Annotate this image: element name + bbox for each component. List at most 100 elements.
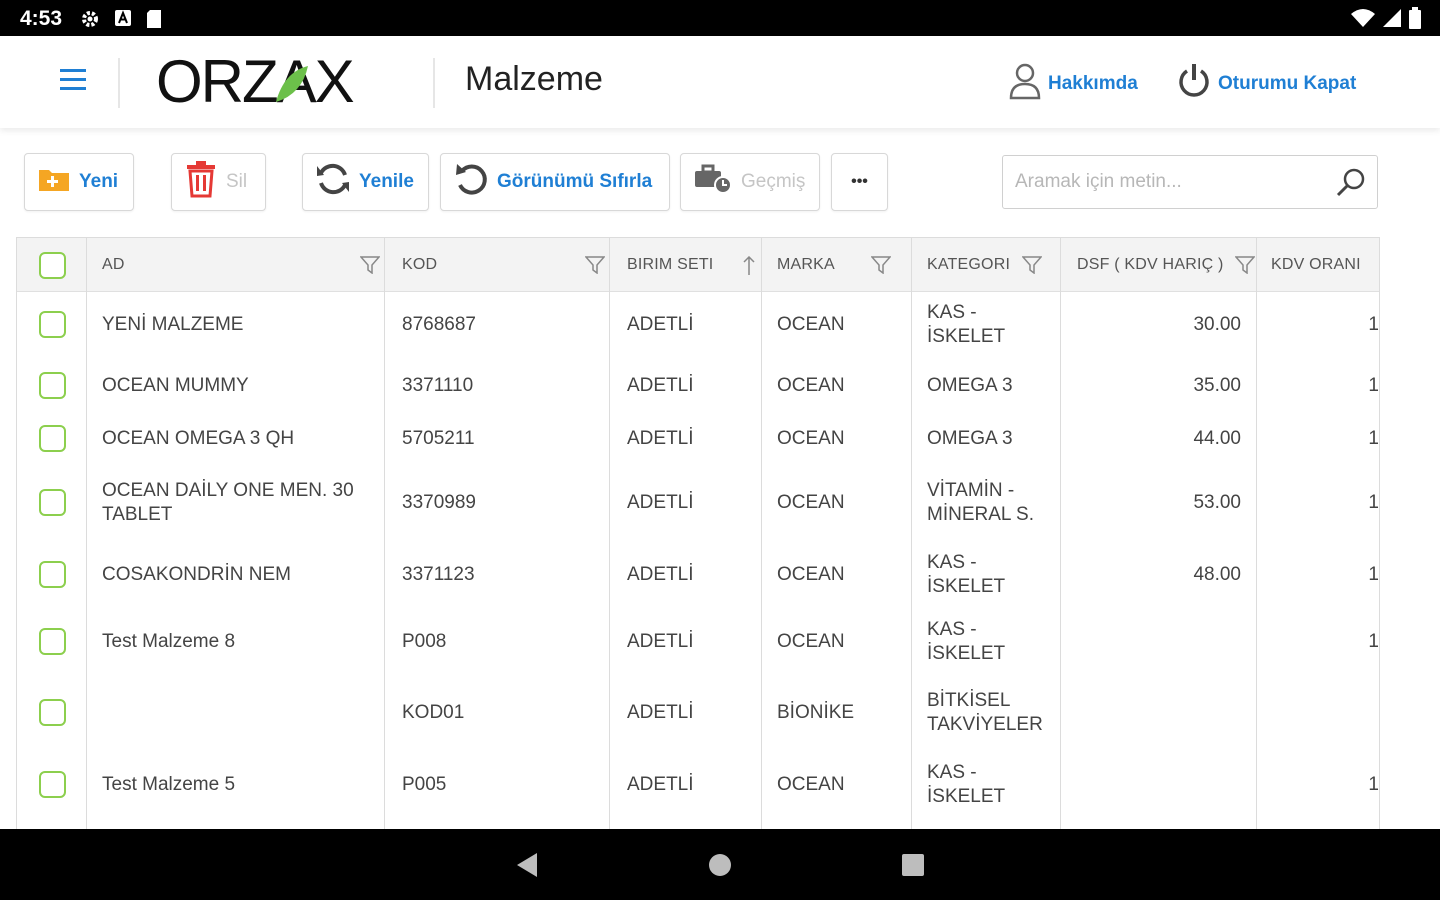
cell-ad: COSAKONDRİN NEM (102, 564, 291, 585)
new-button[interactable]: Yeni (24, 153, 134, 211)
cell-kdv (1271, 676, 1379, 750)
cell-marka: OCEAN (777, 374, 845, 396)
filter-icon[interactable] (584, 256, 606, 279)
cell-birim: ADETLİ (627, 427, 694, 449)
cell-kategori: KAS - İSKELET (927, 552, 1006, 597)
user-icon (1008, 62, 1042, 106)
refresh-label: Yenile (359, 171, 414, 192)
power-icon (1176, 62, 1212, 106)
cell-ad (102, 676, 377, 750)
column-header-kod[interactable]: KOD (402, 238, 607, 292)
more-label: ••• (851, 173, 868, 190)
filter-icon[interactable] (1021, 256, 1043, 279)
column-header-ad[interactable]: AD (102, 238, 382, 292)
more-button[interactable]: ••• (831, 153, 888, 211)
data-grid: AD KOD BIRIM SETI MARKA KATEGORI DSF ( K… (16, 237, 1380, 829)
row-checkbox[interactable] (39, 489, 66, 516)
wifi-icon (1350, 8, 1376, 33)
cell-birim: ADETLİ (627, 374, 694, 396)
logout-link[interactable]: Oturumu Kapat (1176, 62, 1356, 106)
nav-home-icon[interactable] (707, 851, 733, 884)
column-header-birim-seti[interactable]: BIRIM SETI (627, 238, 762, 292)
nav-back-icon[interactable] (515, 851, 541, 884)
refresh-button[interactable]: Yenile (302, 153, 429, 211)
cell-ad: OCEAN OMEGA 3 QH (102, 427, 295, 449)
cell-dsf (1077, 676, 1241, 750)
row-checkbox[interactable] (39, 771, 66, 798)
table-row[interactable]: Test Malzeme 5 P005 ADETLİ OCEAN KAS - İSKEL… (17, 750, 1379, 820)
table-row[interactable]: Test Malzeme 8 P008 ADETLİ OCEAN KAS - İSKEL… (17, 607, 1379, 676)
search-box[interactable] (1002, 155, 1378, 209)
cell-dsf: 35.00 (1193, 374, 1241, 396)
cell-ad: Test Malzeme 5 (102, 774, 236, 795)
cell-marka: OCEAN (777, 630, 845, 652)
cell-marka: OCEAN (777, 492, 845, 513)
settings-icon (80, 9, 100, 34)
cell-birim: ADETLİ (627, 492, 694, 513)
cell-birim: ADETLİ (627, 630, 694, 652)
cell-marka: BİONİKE (777, 702, 855, 723)
cell-dsf: 44.00 (1193, 427, 1241, 449)
status-bar: 4:53 (0, 0, 1440, 36)
about-link[interactable]: Hakkımda (1008, 62, 1138, 106)
select-all-checkbox[interactable] (39, 252, 66, 279)
row-checkbox[interactable] (39, 561, 66, 588)
table-row[interactable]: OCEAN DAİLY ONE MEN. 30 TABLET 3370989 ADE… (17, 463, 1379, 543)
cell-kod: 3371110 (402, 374, 474, 396)
cell-dsf: 48.00 (1193, 564, 1241, 585)
battery-icon (1408, 7, 1422, 34)
cell-kdv: 1 (1368, 313, 1379, 335)
delete-button[interactable]: Sil (171, 153, 266, 211)
row-checkbox[interactable] (39, 424, 66, 452)
sort-up-icon[interactable] (743, 255, 755, 281)
cell-birim: ADETLİ (627, 774, 694, 795)
reset-view-button[interactable]: Görünümü Sıfırla (440, 153, 670, 211)
header-divider-2 (433, 58, 435, 108)
cell-kod: 3370989 (402, 492, 476, 513)
table-row[interactable]: OCEAN MUMMY 3371110 ADETLİ OCEAN OMEGA 3 35.0… (17, 357, 1379, 414)
history-button[interactable]: Geçmiş (680, 153, 820, 211)
grid-header: AD KOD BIRIM SETI MARKA KATEGORI DSF ( K… (17, 238, 1379, 292)
table-row[interactable]: KOD01 ADETLİ BİONİKE BİTKİSEL TAKVİYELER (17, 676, 1379, 750)
cell-kategori: KAS - İSKELET (927, 762, 1006, 807)
filter-icon[interactable] (1234, 256, 1256, 279)
filter-icon[interactable] (870, 256, 892, 279)
cell-dsf: 53.00 (1193, 492, 1241, 513)
cell-ad: OCEAN DAİLY ONE MEN. 30 TABLET (102, 480, 354, 525)
table-row[interactable]: COSAKONDRİN NEM 3371123 ADETLİ OCEAN KAS - İ… (17, 543, 1379, 607)
cell-birim: ADETLİ (627, 313, 694, 335)
cell-kategori: VİTAMİN - MİNERAL S. (927, 480, 1034, 525)
filter-icon[interactable] (359, 256, 381, 279)
history-label: Geçmiş (741, 171, 806, 192)
cell-dsf (1077, 750, 1241, 820)
search-input[interactable] (1015, 166, 1325, 198)
sd-card-icon (146, 9, 162, 34)
table-row[interactable]: YENİ MALZEME 8768687 ADETLİ OCEAN KAS - İSKE… (17, 292, 1379, 357)
system-nav-bar (0, 829, 1440, 900)
column-header-dsf[interactable]: DSF ( KDV HARIÇ ) (1077, 238, 1260, 292)
column-header-kategori[interactable]: KATEGORI (927, 238, 1062, 292)
cell-ad: YENİ MALZEME (102, 313, 244, 335)
status-right (1350, 7, 1422, 34)
header-divider (118, 58, 120, 108)
table-row[interactable]: OCEAN OMEGA 3 QH 5705211 ADETLİ OCEAN OMEGA … (17, 414, 1379, 463)
cell-marka: OCEAN (777, 427, 845, 449)
row-checkbox[interactable] (39, 371, 66, 399)
cell-marka: OCEAN (777, 564, 845, 585)
row-checkbox[interactable] (39, 310, 66, 338)
search-icon[interactable] (1335, 166, 1367, 203)
nav-recents-icon[interactable] (900, 851, 926, 884)
logo-text: ORZAX (156, 50, 354, 114)
cell-kdv: 1 (1368, 630, 1379, 652)
row-checkbox[interactable] (39, 627, 66, 655)
cell-kod: 3371123 (402, 564, 475, 585)
row-checkbox[interactable] (39, 699, 66, 726)
cell-kod: 8768687 (402, 313, 476, 335)
cell-kdv: 1 (1368, 492, 1379, 513)
a-icon (114, 9, 132, 32)
page-title: Malzeme (465, 60, 603, 98)
column-header-kdv-orani[interactable]: KDV ORANI (1271, 238, 1379, 292)
column-header-marka[interactable]: MARKA (777, 238, 912, 292)
delete-label: Sil (226, 171, 248, 192)
hamburger-menu-icon[interactable] (56, 66, 92, 96)
